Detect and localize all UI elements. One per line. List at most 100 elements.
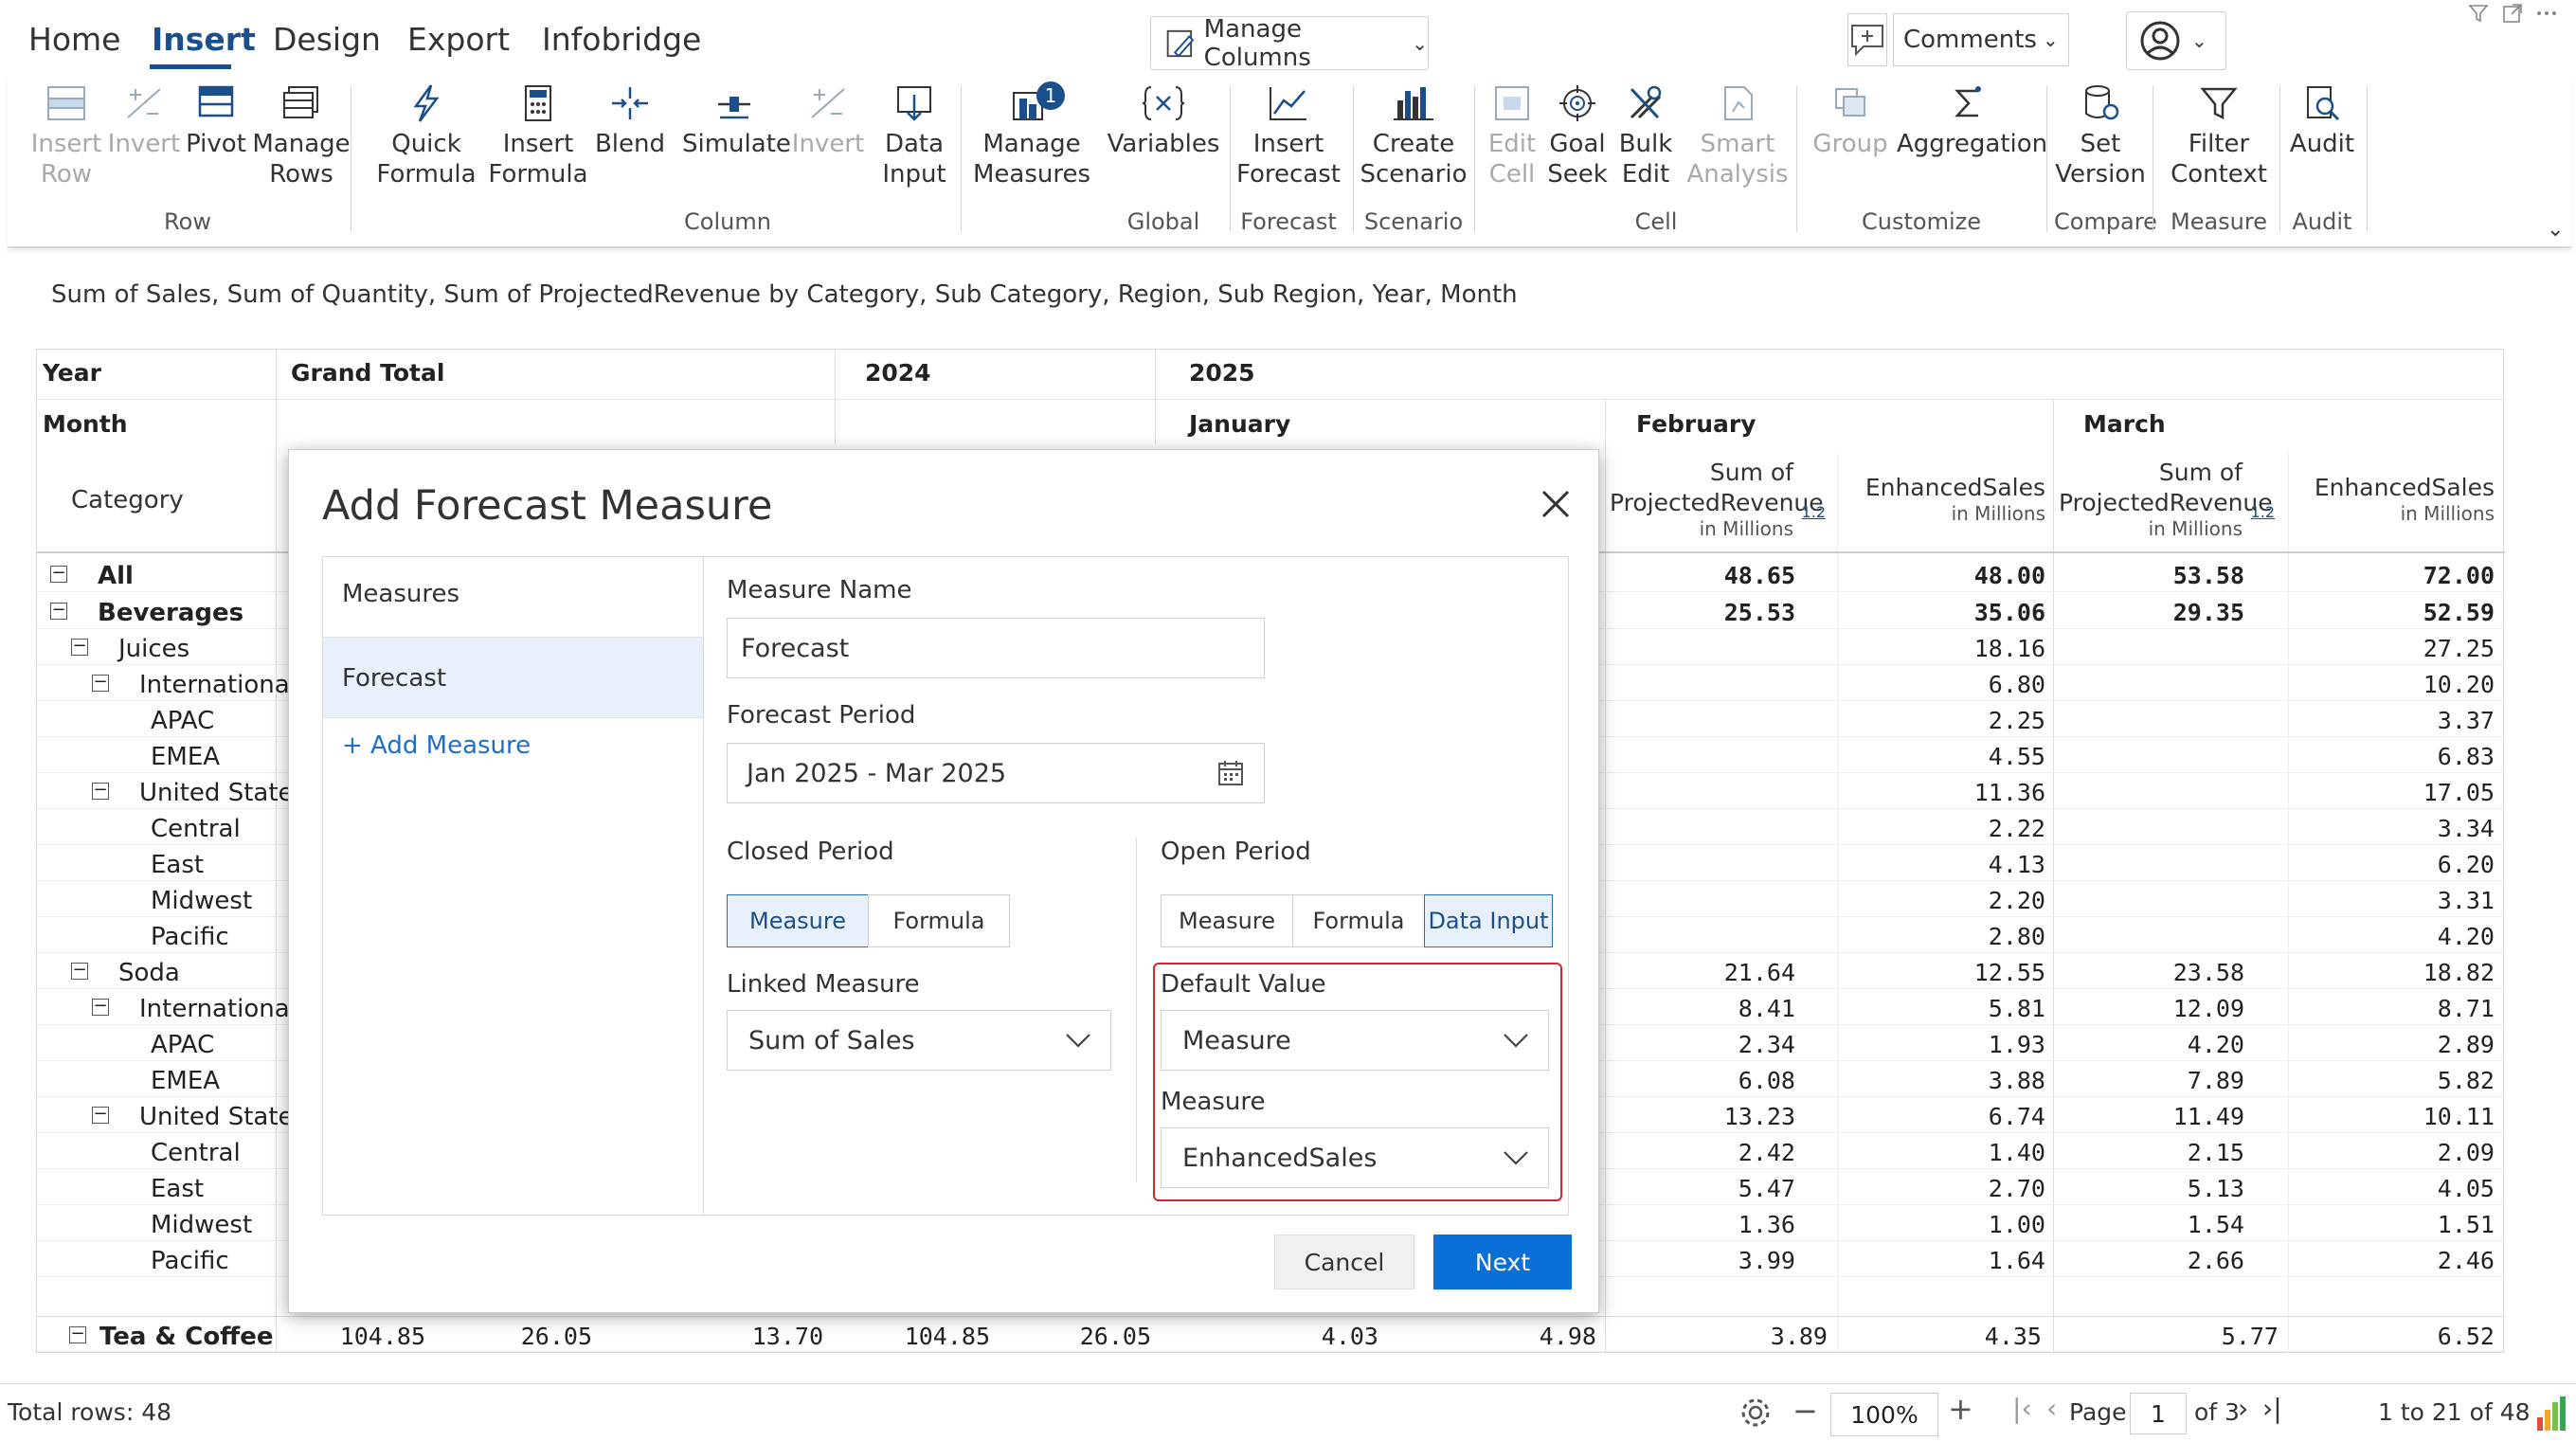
filter-context-button[interactable]: Filter Context — [2160, 83, 2278, 189]
number-format-icon[interactable]: 1.2 — [1802, 497, 1826, 528]
data-input-button[interactable]: Data Input — [870, 83, 959, 189]
user-menu-button[interactable]: ⌄ — [2126, 11, 2226, 70]
pivot-button[interactable]: Pivot — [176, 83, 256, 159]
simulate-button[interactable]: Simulate — [682, 83, 791, 159]
measure-name-input[interactable]: Forecast — [727, 618, 1265, 678]
ribbon-separator — [2046, 85, 2047, 232]
collapse-toggle-icon[interactable]: − — [71, 962, 88, 980]
invert-icon — [127, 88, 161, 118]
variables-button[interactable]: Variables — [1107, 83, 1220, 159]
insert-row-button[interactable]: Insert Row — [19, 83, 114, 189]
page-input[interactable]: 1 — [2130, 1393, 2187, 1434]
cell-value: 6.83 — [2437, 743, 2495, 770]
row-label: Midwest — [151, 887, 253, 915]
menu-design[interactable]: Design — [273, 21, 381, 58]
settings-gear-icon[interactable] — [1738, 1395, 1774, 1431]
open-formula-toggle[interactable]: Formula — [1292, 894, 1425, 947]
more-icon[interactable] — [2535, 2, 2558, 25]
collapse-toggle-icon[interactable]: − — [69, 1325, 86, 1343]
open-data-input-toggle[interactable]: Data Input — [1424, 894, 1553, 947]
cell-value: 5.13 — [2187, 1175, 2244, 1202]
edit-cell-button[interactable]: Edit Cell — [1480, 83, 1544, 189]
menu-infobridge[interactable]: Infobridge — [542, 21, 701, 58]
default-value-select[interactable]: Measure — [1161, 1010, 1549, 1071]
cell-value: 2.09 — [2437, 1139, 2495, 1166]
closed-measure-toggle[interactable]: Measure — [727, 894, 869, 947]
group-cell-label: Cell — [1634, 208, 1678, 235]
goal-seek-button[interactable]: Goal Seek — [1544, 83, 1611, 189]
ribbon-separator — [2367, 85, 2368, 232]
mar-enhanced-sales-header[interactable]: EnhancedSales in Millions — [2292, 473, 2495, 524]
invert-row-button[interactable]: Invert — [106, 83, 182, 159]
insert-formula-button[interactable]: Insert Formula — [481, 83, 595, 189]
group-button[interactable]: Group — [1808, 83, 1893, 159]
collapse-toggle-icon[interactable]: − — [92, 998, 109, 1016]
row-label: APAC — [151, 707, 215, 735]
cell-value: 1.40 — [1988, 1139, 2045, 1166]
expand-icon[interactable] — [2501, 2, 2524, 25]
manage-columns-button[interactable]: Manage Columns ⌄ — [1150, 15, 1429, 72]
row-range-text: 1 to 21 of 48 — [2378, 1398, 2531, 1426]
menu-home[interactable]: Home — [28, 21, 120, 58]
cancel-button[interactable]: Cancel — [1274, 1235, 1414, 1289]
menu-insert[interactable]: Insert — [152, 21, 256, 58]
insert-formula-label: Insert Formula — [488, 130, 588, 189]
audit-button[interactable]: Audit — [2281, 83, 2363, 159]
zoom-out-button[interactable]: − — [1792, 1393, 1818, 1429]
collapse-toggle-icon[interactable]: − — [71, 638, 88, 656]
feb-projected-revenue-header[interactable]: Sum of ProjectedRevenue in Millions 1.2 — [1610, 458, 1837, 539]
cell-value: 5.77 — [2221, 1323, 2279, 1350]
cell-value: 6.80 — [1988, 671, 2045, 698]
cell-value: 18.16 — [1973, 635, 2045, 662]
number-format-icon[interactable]: 1.2 — [2251, 497, 2275, 528]
group-compare-label: Compare — [2054, 208, 2157, 235]
closed-formula-toggle[interactable]: Formula — [868, 894, 1010, 947]
collapse-toggle-icon[interactable]: − — [50, 565, 67, 583]
aggregation-button[interactable]: Aggregation — [1897, 83, 2047, 159]
collapse-toggle-icon[interactable]: − — [92, 782, 109, 800]
filter-icon[interactable] — [2467, 2, 2490, 25]
add-comment-button[interactable] — [1847, 13, 1887, 66]
zoom-in-button[interactable]: + — [1948, 1391, 1973, 1427]
blend-button[interactable]: Blend — [591, 83, 669, 159]
grid-subtitle: Sum of Sales, Sum of Quantity, Sum of Pr… — [51, 280, 1518, 309]
quick-formula-button[interactable]: Quick Formula — [360, 83, 493, 189]
forecast-period-picker[interactable]: Jan 2025 - Mar 2025 — [727, 743, 1265, 803]
prev-page-icon[interactable]: ‹ — [2046, 1393, 2057, 1424]
create-scenario-button[interactable]: Create Scenario — [1355, 83, 1472, 189]
close-icon[interactable] — [1540, 488, 1572, 520]
bulk-edit-button[interactable]: Bulk Edit — [1612, 83, 1679, 189]
zoom-input[interactable]: 100% — [1830, 1393, 1938, 1436]
measure-item-forecast[interactable]: Forecast — [323, 637, 703, 718]
measure-select[interactable]: EnhancedSales — [1161, 1127, 1549, 1188]
group-global-label: Global — [1126, 208, 1200, 235]
insert-forecast-button[interactable]: Insert Forecast — [1230, 83, 1347, 189]
ribbon-separator — [961, 85, 962, 232]
feb-enhanced-sales-header[interactable]: EnhancedSales in Millions — [1843, 473, 2045, 524]
cell-value: 11.49 — [2172, 1103, 2244, 1130]
open-measure-toggle[interactable]: Measure — [1161, 894, 1293, 947]
manage-rows-button[interactable]: Manage Rows — [250, 83, 352, 189]
collapse-toggle-icon[interactable]: − — [92, 674, 109, 692]
invert-column-button[interactable]: Invert — [788, 83, 868, 159]
next-button[interactable]: Next — [1433, 1235, 1572, 1289]
collapse-toggle-icon[interactable]: − — [92, 1106, 109, 1124]
variables-label: Variables — [1107, 130, 1220, 158]
collapse-ribbon-icon[interactable]: ⌄ — [2547, 218, 2564, 242]
smart-analysis-button[interactable]: Smart Analysis — [1681, 83, 1794, 189]
add-measure-link[interactable]: + Add Measure — [342, 731, 531, 760]
last-page-icon[interactable]: ›| — [2262, 1393, 2282, 1424]
menu-export[interactable]: Export — [407, 21, 510, 58]
comments-dropdown[interactable]: Comments ⌄ — [1893, 13, 2069, 66]
linked-measure-select[interactable]: Sum of Sales — [727, 1010, 1111, 1071]
set-version-button[interactable]: Set Version — [2054, 83, 2147, 189]
row-label: United States — [139, 1103, 307, 1131]
header-category[interactable]: Category — [71, 486, 184, 514]
collapse-toggle-icon[interactable]: − — [50, 602, 67, 620]
first-page-icon[interactable]: |‹ — [2012, 1393, 2032, 1424]
mar-projected-revenue-header[interactable]: Sum of ProjectedRevenue in Millions 1.2 — [2059, 458, 2286, 539]
measure-name-value: Forecast — [741, 633, 850, 663]
next-page-icon[interactable]: › — [2238, 1393, 2248, 1424]
dialog-title: Add Forecast Measure — [322, 482, 773, 530]
manage-measures-button[interactable]: Manage Measures — [970, 83, 1093, 189]
